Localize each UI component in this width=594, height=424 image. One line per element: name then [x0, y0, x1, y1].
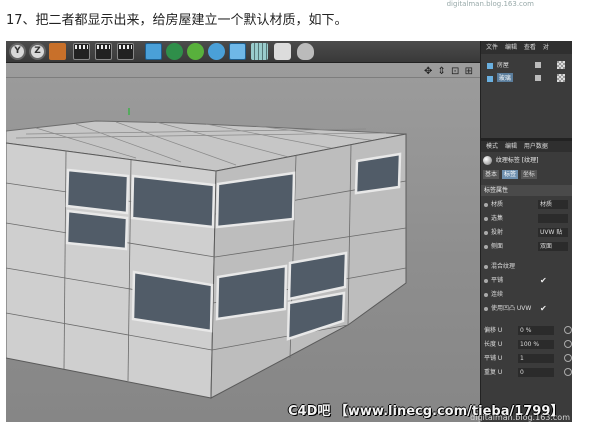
tab-tag[interactable]: 标签	[501, 170, 518, 179]
world-coord-icon[interactable]	[49, 43, 66, 60]
keyframe-dot-icon[interactable]	[484, 278, 488, 283]
attribute-header: 纹理标签 [纹理]	[483, 155, 539, 165]
tiles-u-field[interactable]: 1	[518, 354, 554, 363]
object-row-house[interactable]: 房屋	[487, 60, 565, 71]
keyframe-dot-icon[interactable]	[484, 244, 488, 249]
object-manager-menu: 文件 编辑 查看 对	[481, 41, 572, 54]
texture-tag-icon[interactable]	[557, 74, 565, 82]
tutorial-caption: 17、把二者都显示出来，给房屋建立一个默认材质，如下。	[6, 13, 348, 28]
attribute-title: 纹理标签 [纹理]	[495, 157, 539, 164]
render-view-icon[interactable]	[73, 43, 90, 60]
cube-primitive-icon[interactable]	[145, 43, 162, 60]
section-title[interactable]: 标签属性	[481, 185, 572, 196]
prop-tile: 平铺 ✔	[484, 275, 572, 286]
prop-selection: 选集	[484, 213, 572, 224]
menu-user-data[interactable]: 用户数据	[524, 141, 548, 152]
render-active-icon[interactable]	[95, 43, 112, 60]
subdivision-gear-icon[interactable]	[187, 43, 204, 60]
menu-edit[interactable]: 编辑	[505, 41, 517, 54]
stepper-knob-icon[interactable]	[564, 326, 572, 334]
texture-tag-icon[interactable]	[557, 61, 565, 69]
3d-viewport[interactable]: ✥ ⇕ ⊡ ⊞	[6, 63, 480, 422]
prop-seamless: 连续	[484, 289, 572, 300]
c4d-screenshot: Y Z ✥ ⇕ ⊡ ⊞ 文件 编辑 查看 对 房屋 玻璃 模式 编辑 用户数据 …	[6, 41, 572, 422]
keyframe-dot-icon[interactable]	[484, 216, 488, 221]
tab-basic[interactable]: 基本	[483, 170, 500, 179]
prop-material: 材质 材质	[484, 199, 572, 210]
offset-u-field[interactable]: 0 %	[518, 326, 554, 335]
attribute-subtabs: 基本 标签 坐标	[483, 170, 538, 179]
selection-field[interactable]	[538, 214, 568, 223]
z-axis-icon[interactable]: Z	[29, 43, 46, 60]
visibility-dot-icon[interactable]	[535, 75, 541, 81]
attribute-manager: 模式 编辑 用户数据 纹理标签 [纹理] 基本 标签 坐标 标签属性 材质 材质 …	[481, 141, 572, 422]
null-object-icon	[487, 62, 493, 69]
floor-grid-icon[interactable]	[251, 43, 268, 60]
light-bulb-icon[interactable]	[297, 43, 314, 60]
keyframe-dot-icon[interactable]	[484, 202, 488, 207]
prop-offset-u: 偏移 U0 %	[484, 325, 572, 336]
main-toolbar: Y Z	[6, 41, 480, 63]
stepper-knob-icon[interactable]	[564, 368, 572, 376]
stepper-knob-icon[interactable]	[564, 340, 572, 348]
prop-side: 侧面 双面	[484, 241, 572, 252]
deformer-icon[interactable]	[229, 43, 246, 60]
render-settings-icon[interactable]	[117, 43, 134, 60]
keyframe-dot-icon[interactable]	[484, 306, 488, 311]
prop-projection: 投射 UVW 贴	[484, 227, 572, 238]
blog-watermark: digitalman.blog.163.com	[470, 413, 570, 422]
camera-icon[interactable]	[274, 43, 291, 60]
material-ball-icon	[483, 156, 492, 165]
tab-coordinates[interactable]: 坐标	[520, 170, 537, 179]
keyframe-dot-icon[interactable]	[484, 230, 488, 235]
menu-file[interactable]: 文件	[486, 41, 498, 54]
side-select[interactable]: 双面	[538, 242, 568, 251]
length-u-field[interactable]: 100 %	[518, 340, 554, 349]
prop-tiles-u: 平铺 U1	[484, 353, 572, 364]
uvw-bump-checkbox[interactable]: ✔	[540, 304, 547, 313]
menu-mode[interactable]: 模式	[486, 141, 498, 152]
object-row-glass[interactable]: 玻璃	[487, 73, 565, 84]
prop-mix-textures: 混合纹理	[484, 261, 572, 272]
keyframe-dot-icon[interactable]	[484, 264, 488, 269]
material-field[interactable]: 材质	[538, 200, 568, 209]
stepper-knob-icon[interactable]	[564, 354, 572, 362]
menu-objects[interactable]: 对	[543, 41, 549, 54]
y-axis-icon[interactable]: Y	[9, 43, 26, 60]
prop-use-uvw-bump: 使用凹凸 UVW ✔	[484, 303, 572, 314]
attribute-menu: 模式 编辑 用户数据	[481, 141, 572, 152]
building-model	[6, 108, 407, 399]
geometry-generator-icon[interactable]	[208, 43, 225, 60]
pen-spline-icon[interactable]	[166, 43, 183, 60]
object-name: 房屋	[496, 62, 509, 69]
prop-repeat-u: 重复 U0	[484, 367, 572, 378]
menu-edit[interactable]: 编辑	[505, 141, 517, 152]
object-name: 玻璃	[496, 73, 513, 82]
menu-view[interactable]: 查看	[524, 41, 536, 54]
null-object-icon	[487, 75, 493, 82]
right-panels: 文件 编辑 查看 对 房屋 玻璃 模式 编辑 用户数据 纹理标签 [纹理] 基本…	[480, 41, 572, 422]
top-watermark: digitalman.blog.163.com	[446, 0, 534, 8]
projection-select[interactable]: UVW 贴	[538, 228, 568, 237]
prop-length-u: 长度 U 100 %	[484, 339, 572, 350]
repeat-u-field[interactable]: 0	[518, 368, 554, 377]
visibility-dot-icon[interactable]	[535, 62, 541, 68]
keyframe-dot-icon[interactable]	[484, 292, 488, 297]
tile-checkbox[interactable]: ✔	[540, 276, 547, 285]
